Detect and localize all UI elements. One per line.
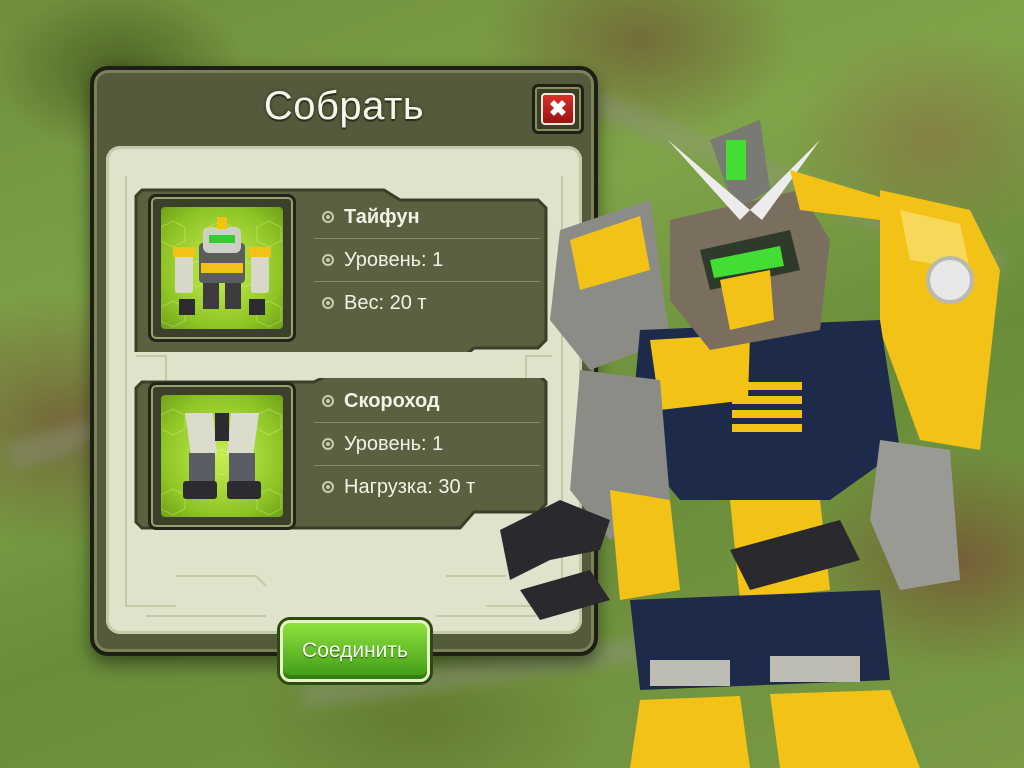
robot-character — [500, 120, 1000, 768]
part-weight: Вес: 20 т — [344, 291, 427, 314]
typhoon-thumbnail — [148, 194, 296, 342]
part-name: Тайфун — [344, 205, 420, 228]
bullet-icon — [322, 254, 334, 266]
typhoon-robot-icon — [161, 217, 282, 328]
part-card-walker: Скороход Уровень: 1 Нагрузка: 30 т — [134, 378, 554, 544]
bullet-icon — [322, 481, 334, 493]
part-card-typhoon: Тайфун Уровень: 1 Вес: 20 т — [134, 186, 554, 352]
bullet-icon — [322, 297, 334, 309]
bullet-icon — [322, 438, 334, 450]
walker-thumbnail — [148, 382, 296, 530]
part-level: Уровень: 1 — [344, 248, 444, 271]
bullet-icon — [322, 211, 334, 223]
bullet-icon — [322, 395, 334, 407]
part-level: Уровень: 1 — [344, 432, 444, 455]
walker-legs-icon — [161, 408, 282, 516]
part-name: Скороход — [344, 389, 440, 412]
part-load: Нагрузка: 30 т — [344, 475, 476, 498]
combine-button[interactable]: Соединить — [280, 620, 430, 682]
